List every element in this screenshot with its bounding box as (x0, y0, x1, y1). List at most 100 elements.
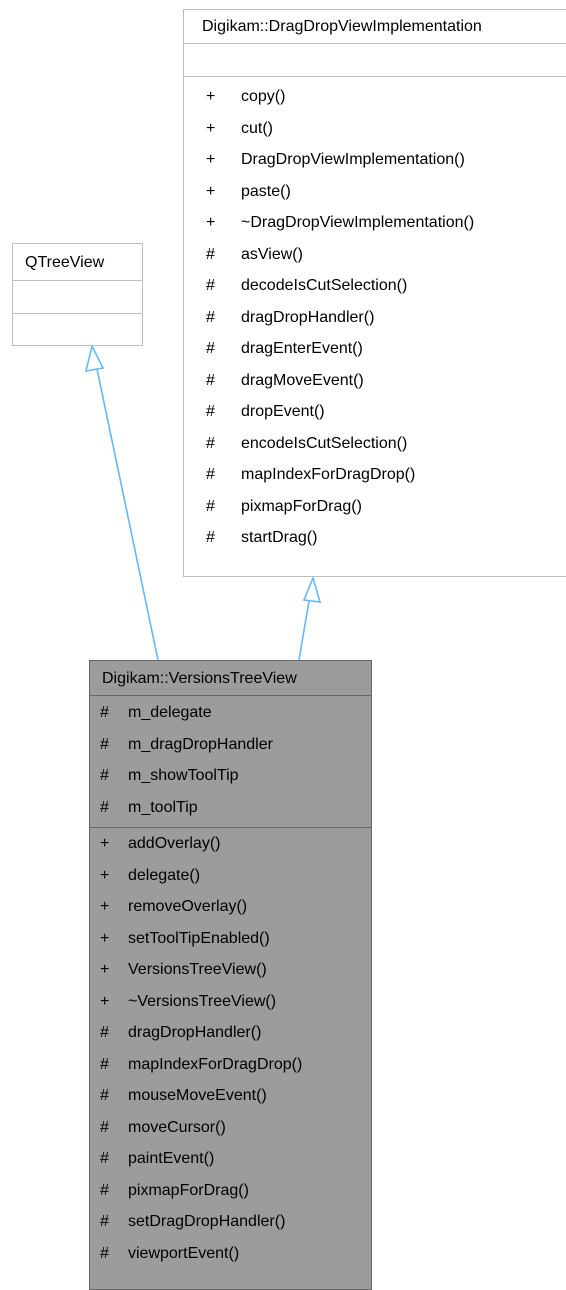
visibility-marker: + (100, 835, 110, 852)
operation-name: startDrag() (241, 529, 318, 546)
operation-name: ~DragDropViewImplementation() (241, 214, 475, 231)
visibility-marker: # (206, 308, 215, 326)
attribute-row: # m_showToolTip (90, 760, 371, 792)
operation-name: dropEvent() (241, 403, 325, 420)
visibility-marker: # (100, 1024, 109, 1041)
visibility-marker: # (206, 277, 215, 294)
operation-row: # paintEvent() (90, 1143, 371, 1175)
visibility-marker: # (100, 767, 109, 784)
visibility-marker: # (100, 704, 109, 721)
operation-row: + delegate() (90, 860, 371, 892)
operations-section (13, 314, 142, 347)
visibility-marker: + (100, 866, 110, 884)
class-title: QTreeView (13, 244, 142, 281)
operation-row: + DragDropViewImplementation() (184, 144, 566, 176)
attribute-row: # m_delegate (90, 697, 371, 729)
operation-row: # dragMoveEvent() (184, 365, 566, 397)
operation-name: pixmapForDrag() (128, 1181, 249, 1199)
operation-name: mapIndexForDragDrop() (128, 1055, 303, 1073)
operation-name: asView() (241, 245, 303, 263)
operation-row: # setDragDropHandler() (90, 1206, 371, 1238)
attributes-section (184, 44, 566, 77)
operation-name: paintEvent() (128, 1150, 215, 1167)
visibility-marker: # (100, 1118, 109, 1136)
operation-row: + VersionsTreeView() (90, 954, 371, 986)
visibility-marker: # (100, 1213, 109, 1230)
operation-row: # pixmapForDrag() (184, 491, 566, 523)
operations-section: + copy() + cut() + DragDropViewImplementation… (184, 77, 566, 554)
operation-name: setToolTipEnabled() (128, 929, 270, 947)
operation-name: mouseMoveEvent() (128, 1087, 267, 1104)
visibility-marker: # (206, 403, 215, 420)
visibility-marker: # (206, 371, 215, 389)
operation-row: # dragEnterEvent() (184, 333, 566, 365)
visibility-marker: # (100, 1244, 109, 1262)
visibility-marker: # (206, 434, 215, 452)
visibility-marker: # (206, 466, 215, 483)
class-box-versionstreeview[interactable]: Digikam::VersionsTreeView # m_delegate # m_… (89, 660, 372, 1290)
operation-row: # dragDropHandler() (184, 302, 566, 334)
operation-name: pixmapForDrag() (241, 497, 362, 515)
visibility-marker: # (206, 340, 215, 357)
operation-row: + paste() (184, 176, 566, 208)
operation-row: # asView() (184, 239, 566, 271)
attribute-name: m_dragDropHandler (128, 735, 273, 753)
operation-row: # viewportEvent() (90, 1238, 371, 1270)
operation-row: # dragDropHandler() (90, 1017, 371, 1049)
operation-name: copy() (241, 88, 286, 105)
operation-name: delegate() (128, 866, 201, 884)
operation-name: paste() (241, 182, 291, 200)
visibility-marker: # (100, 798, 109, 816)
operation-row: # pixmapForDrag() (90, 1175, 371, 1207)
attribute-row: # m_toolTip (90, 792, 371, 824)
operation-row: # dropEvent() (184, 396, 566, 428)
class-title: Digikam::DragDropViewImplementation (184, 10, 566, 44)
operation-name: moveCursor() (128, 1118, 226, 1136)
operation-name: cut() (241, 119, 273, 137)
attributes-section: # m_delegate # m_dragDropHandler # m_showTool… (90, 696, 371, 828)
operation-row: # startDrag() (184, 522, 566, 554)
operation-name: setDragDropHandler() (128, 1213, 286, 1230)
attribute-name: m_showToolTip (128, 767, 239, 784)
operation-name: ~VersionsTreeView() (128, 992, 277, 1010)
visibility-marker: + (206, 214, 216, 231)
operations-section: + addOverlay() + delegate() + removeOverlay()… (90, 828, 371, 1269)
attributes-section (13, 281, 142, 314)
visibility-marker: + (100, 898, 110, 915)
visibility-marker: + (100, 961, 110, 978)
operation-name: encodeIsCutSelection() (241, 434, 408, 452)
operation-row: + removeOverlay() (90, 891, 371, 923)
operation-row: + cut() (184, 113, 566, 145)
operation-row: + ~DragDropViewImplementation() (184, 207, 566, 239)
visibility-marker: # (206, 497, 215, 515)
operation-row: + addOverlay() (90, 828, 371, 860)
attribute-name: m_toolTip (128, 798, 198, 816)
operation-name: removeOverlay() (128, 898, 248, 915)
operation-name: mapIndexForDragDrop() (241, 466, 416, 483)
visibility-marker: + (100, 929, 110, 947)
visibility-marker: # (206, 529, 215, 546)
visibility-marker: # (100, 735, 109, 753)
operation-row: # moveCursor() (90, 1112, 371, 1144)
class-box-dragdropviewimplementation[interactable]: Digikam::DragDropViewImplementation + cop… (183, 9, 566, 577)
attribute-row: # m_dragDropHandler (90, 729, 371, 761)
operation-row: + copy() (184, 81, 566, 113)
visibility-marker: # (100, 1181, 109, 1199)
visibility-marker: + (100, 992, 110, 1010)
operation-name: DragDropViewImplementation() (241, 151, 465, 168)
class-box-qtreeview[interactable]: QTreeView (12, 243, 143, 346)
operation-row: # encodeIsCutSelection() (184, 428, 566, 460)
operation-name: viewportEvent() (128, 1244, 240, 1262)
inheritance-edge-qtreeview (96, 368, 159, 661)
visibility-marker: # (100, 1055, 109, 1073)
operation-row: # decodeIsCutSelection() (184, 270, 566, 302)
visibility-marker: # (206, 245, 215, 263)
visibility-marker: + (206, 119, 216, 137)
inheritance-edge-dragdropviewimplementation (298, 600, 310, 661)
operation-name: decodeIsCutSelection() (241, 277, 408, 294)
operation-name: addOverlay() (128, 835, 221, 852)
operation-name: dragDropHandler() (241, 308, 375, 326)
visibility-marker: # (100, 1087, 109, 1104)
operation-row: + setToolTipEnabled() (90, 923, 371, 955)
operation-name: dragDropHandler() (128, 1024, 262, 1041)
